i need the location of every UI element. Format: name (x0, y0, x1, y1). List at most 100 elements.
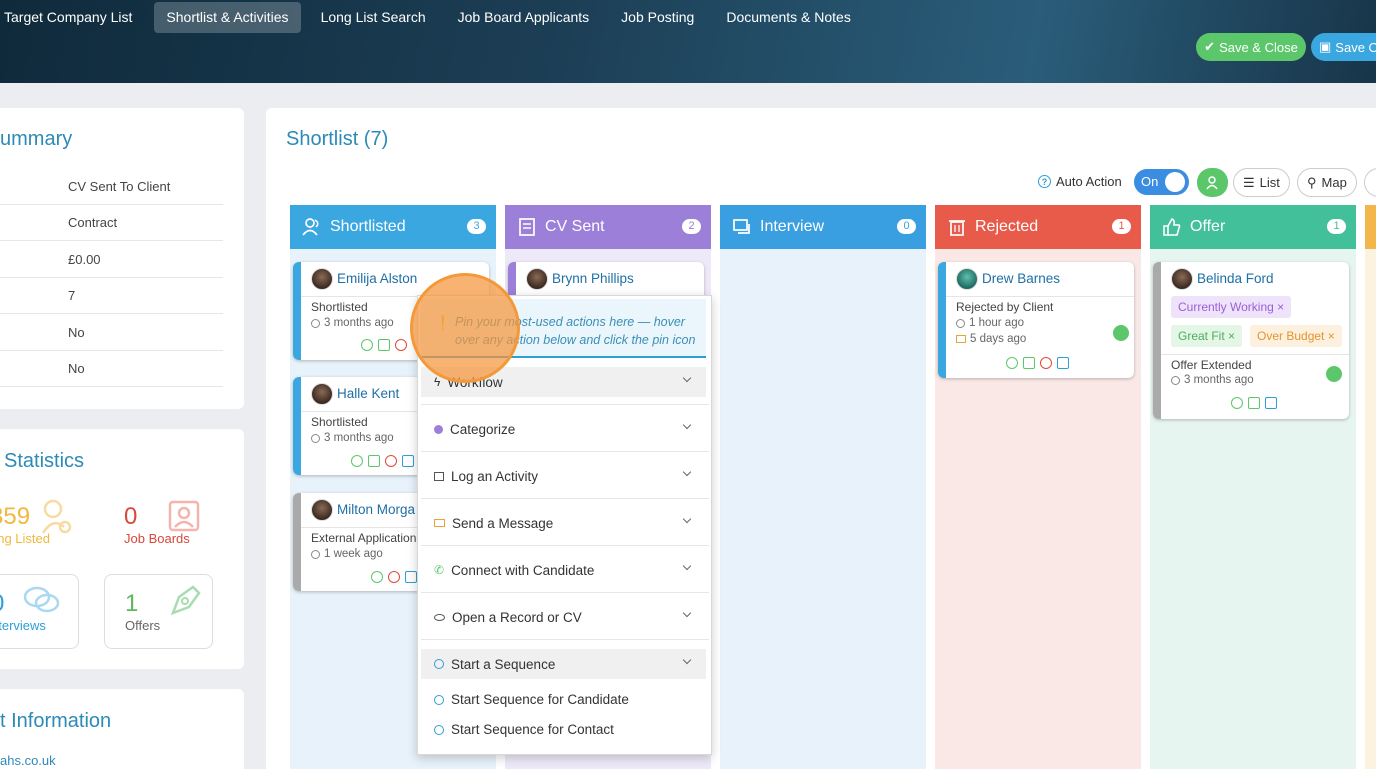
tab-long-list-search[interactable]: Long List Search (317, 2, 438, 33)
submenu-start-sequence-candidate[interactable]: Start Sequence for Candidate (421, 692, 629, 707)
menu-item-connect-candidate[interactable]: ✆ Connect with Candidate (421, 555, 706, 585)
document-icon (519, 218, 535, 236)
user-icon[interactable] (1231, 397, 1243, 409)
list-icon: ☰ (1243, 174, 1255, 190)
submenu-start-sequence-contact[interactable]: Start Sequence for Contact (421, 722, 614, 737)
candidate-time: 1 week ago (311, 548, 383, 560)
id-card-icon (168, 500, 200, 532)
list-view-button[interactable]: ☰ List (1233, 168, 1290, 197)
briefcase-icon[interactable] (1265, 397, 1277, 409)
menu-item-send-message[interactable]: Send a Message (421, 508, 706, 538)
user-icon[interactable] (1006, 357, 1018, 369)
dot-icon (434, 424, 443, 434)
candidate-name[interactable]: Halle Kent (337, 386, 399, 401)
map-view-button[interactable]: ⚲ Map (1297, 168, 1357, 197)
candidate-view-button[interactable] (1197, 168, 1228, 197)
column-count-badge: 2 (682, 219, 701, 234)
status-dot (1326, 366, 1342, 382)
list-label: List (1259, 175, 1280, 190)
menu-item-start-sequence[interactable]: Start a Sequence (421, 649, 706, 679)
interviews-label: nterviews (0, 618, 46, 633)
alert-icon[interactable] (385, 455, 397, 467)
candidate-time: 3 months ago (311, 432, 394, 444)
menu-item-label: Connect with Candidate (451, 562, 595, 578)
share-icon[interactable] (368, 455, 380, 467)
help-icon[interactable]: ? (1038, 175, 1051, 188)
alert-icon[interactable] (1040, 357, 1052, 369)
menu-item-label: Start a Sequence (451, 656, 556, 672)
tag-great-fit[interactable]: Great Fit × (1171, 325, 1243, 347)
save-only-button[interactable]: ▣ Save Or (1311, 33, 1376, 61)
stat-interviews[interactable]: 0 nterviews (0, 574, 79, 649)
candidate-name[interactable]: Belinda Ford (1197, 271, 1274, 286)
contact-email-link[interactable]: ahs.co.uk (0, 753, 56, 768)
tag-currently-working[interactable]: Currently Working × (1171, 296, 1292, 318)
summary-row: 7 (0, 278, 223, 314)
share-icon[interactable] (378, 339, 390, 351)
tab-job-board-applicants[interactable]: Job Board Applicants (454, 2, 602, 33)
more-view-button[interactable] (1364, 168, 1376, 197)
share-icon[interactable] (1023, 357, 1035, 369)
user-icon[interactable] (361, 339, 373, 351)
submenu-label: Start Sequence for Contact (451, 722, 614, 737)
clock-icon (1171, 375, 1180, 385)
tab-target-company-list[interactable]: Target Company List (0, 2, 144, 33)
chevron-down-icon (682, 467, 692, 477)
menu-item-label: Open a Record or CV (452, 609, 582, 625)
clock-icon (956, 318, 965, 328)
alert-icon[interactable] (388, 571, 400, 583)
envelope-icon (956, 335, 966, 343)
statistics-title: Statistics (4, 450, 85, 472)
user-icon[interactable] (351, 455, 363, 467)
offers-count: 1 (125, 590, 139, 617)
map-pin-icon: ⚲ (1307, 174, 1317, 190)
save-only-label: Save Or (1335, 39, 1376, 55)
summary-row: CV Sent To Client (0, 169, 223, 205)
candidate-status: Shortlisted (311, 415, 368, 429)
candidate-time: 3 months ago (1171, 374, 1254, 386)
candidate-name[interactable]: Emilija Alston (337, 271, 417, 286)
column-header-interview[interactable]: Interview 0 (720, 205, 926, 249)
menu-item-categorize[interactable]: Categorize (421, 414, 706, 444)
candidate-time: 3 months ago (311, 317, 394, 329)
click-highlight-marker (410, 273, 520, 383)
tag-over-budget[interactable]: Over Budget × (1250, 325, 1342, 347)
briefcase-icon[interactable] (1057, 357, 1069, 369)
card-actions (351, 455, 414, 467)
candidate-status: Shortlisted (311, 300, 368, 314)
tab-job-posting[interactable]: Job Posting (617, 2, 706, 33)
user-icon[interactable] (371, 571, 383, 583)
candidate-card-belinda[interactable]: Belinda Ford Currently Working × Great F… (1153, 262, 1349, 419)
avatar (311, 499, 333, 521)
alert-icon[interactable] (395, 339, 407, 351)
share-icon[interactable] (1248, 397, 1260, 409)
thumbs-up-icon (1163, 218, 1181, 236)
column-header-rejected[interactable]: Rejected 1 (935, 205, 1141, 249)
briefcase-icon[interactable] (402, 455, 414, 467)
summary-row: £0.00 (0, 242, 223, 278)
menu-item-open-record[interactable]: Open a Record or CV (421, 602, 706, 632)
auto-action: ? Auto Action (1038, 174, 1122, 189)
tab-documents-notes[interactable]: Documents & Notes (722, 2, 863, 33)
tab-shortlist-activities[interactable]: Shortlist & Activities (154, 2, 301, 33)
column-header-cv-sent[interactable]: CV Sent 2 (505, 205, 711, 249)
candidate-name[interactable]: Milton Morga (337, 502, 415, 517)
menu-item-log-activity[interactable]: Log an Activity (421, 461, 706, 491)
card-actions (1006, 357, 1069, 369)
column-header-shortlisted[interactable]: Shortlisted 3 (290, 205, 496, 249)
summary-value: £0.00 (68, 252, 101, 267)
column-title: Interview (760, 218, 825, 235)
chat-bubbles-icon (23, 586, 60, 613)
stat-offers[interactable]: 1 Offers (104, 574, 213, 649)
briefcase-icon[interactable] (405, 571, 417, 583)
candidate-name[interactable]: Brynn Phillips (552, 271, 634, 286)
chevron-down-icon (682, 514, 692, 524)
column-count-badge: 3 (467, 219, 486, 234)
candidate-name[interactable]: Drew Barnes (982, 271, 1060, 286)
card-actions (361, 339, 407, 351)
candidate-card-drew[interactable]: Drew Barnes Rejected by Client 1 hour ag… (938, 262, 1134, 378)
save-close-button[interactable]: ✔ Save & Close (1196, 33, 1306, 61)
candidate-status: Offer Extended (1171, 358, 1252, 372)
column-header-offer[interactable]: Offer 1 (1150, 205, 1356, 249)
auto-action-toggle[interactable]: On (1134, 169, 1189, 195)
